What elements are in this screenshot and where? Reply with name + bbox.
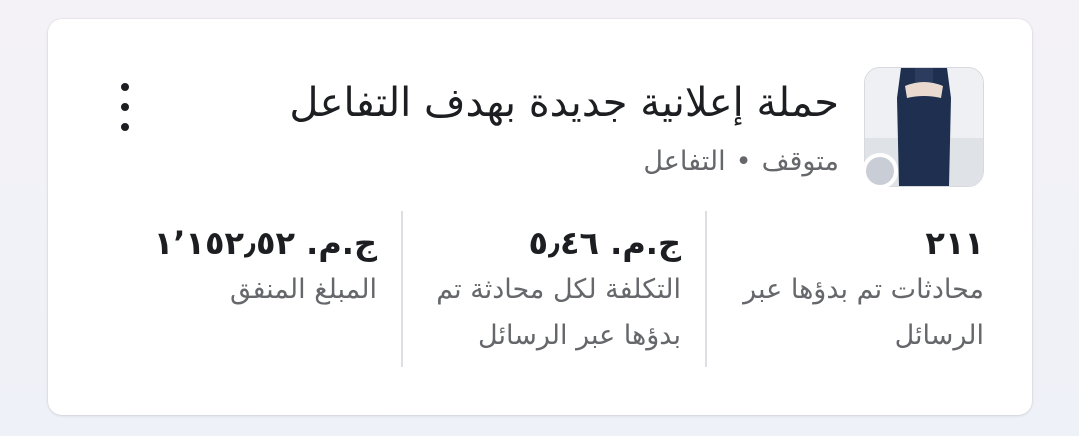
status-indicator-icon (862, 153, 898, 189)
metric-value: ٢١١ (925, 224, 984, 262)
metric-value: ج.م. ٥٫٤٦ (528, 224, 681, 262)
metric-conversations: ٢١١ محادثات تم بدؤها عبر الرسائل (707, 211, 984, 367)
campaign-status: متوقف (761, 146, 839, 177)
metric-value: ج.م. ١٬١٥٢٫٥٢ (153, 224, 377, 262)
campaign-status-line: متوقف • التفاعل (643, 143, 839, 181)
metric-label: التكلفة لكل محادثة تم بدؤها عبر الرسائل (436, 274, 681, 351)
metrics-row: ٢١١ محادثات تم بدؤها عبر الرسائل ج.م. ٥٫… (154, 211, 984, 367)
metric-label: محادثات تم بدؤها عبر الرسائل (743, 274, 984, 351)
separator-dot: • (735, 146, 752, 177)
vertical-ellipsis-icon (121, 83, 129, 91)
more-options-button[interactable] (112, 83, 138, 131)
campaign-card[interactable]: حملة إعلانية جديدة بهدف التفاعل متوقف • ال… (48, 19, 1032, 415)
metric-amount-spent: ج.م. ١٬١٥٢٫٥٢ المبلغ المنفق (154, 211, 403, 367)
campaign-objective: التفاعل (643, 146, 726, 177)
campaign-title[interactable]: حملة إعلانية جديدة بهدف التفاعل (289, 77, 839, 129)
metric-label: المبلغ المنفق (229, 274, 377, 305)
metric-cost-per-conversation: ج.م. ٥٫٤٦ التكلفة لكل محادثة تم بدؤها عب… (403, 211, 707, 367)
